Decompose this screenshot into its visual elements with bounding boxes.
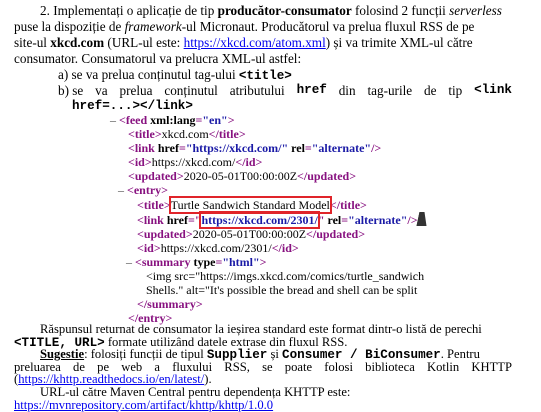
code-title-tag: <title> bbox=[238, 69, 292, 83]
mouse-cursor-icon bbox=[416, 212, 430, 226]
text: a) se va prelua conținutul tag-ului bbox=[58, 67, 239, 82]
maven-link[interactable]: https://mvnrepository.com/artifact/khttp… bbox=[14, 398, 273, 412]
code-href: href bbox=[296, 83, 327, 97]
word: atributului bbox=[229, 83, 285, 98]
word: tip bbox=[448, 83, 463, 98]
subitem-b-line1: b) se va prelua conținutul atributului h… bbox=[58, 83, 512, 98]
text: (URL-ul este: bbox=[104, 35, 184, 50]
xml-entry-open: – <entry> bbox=[118, 183, 169, 197]
attr-value: "en" bbox=[202, 113, 228, 127]
id2-value: https://xkcd.com/2301/ bbox=[160, 241, 272, 255]
id1-value: https://xkcd.com/ bbox=[151, 155, 236, 169]
xml-img-line: <img src="https://imgs.xkcd.com/comics/t… bbox=[146, 269, 425, 283]
summary-type-value: "html" bbox=[222, 255, 260, 269]
updated2-value: 2020-05-01T00:00:00Z bbox=[192, 227, 307, 241]
xml-summary-close: </summary> bbox=[137, 297, 203, 311]
xml-title1: <title>xkcd.com</title> bbox=[128, 127, 246, 141]
text: puse la dispoziție de bbox=[14, 19, 125, 34]
subitem-b-line2: href=...></link> bbox=[72, 99, 193, 113]
atom-feed-link[interactable]: https://xkcd.com/atom.xml bbox=[184, 35, 326, 50]
link2-href-highlighted: https://xkcd.com/2301/ bbox=[199, 211, 320, 229]
title1-value: xkcd.com bbox=[161, 127, 209, 141]
xml-updated1: <updated>2020-05-01T00:00:00Z</updated> bbox=[128, 169, 357, 183]
title2-value-highlighted: Turtle Sandwich Standard Model bbox=[168, 196, 332, 214]
entry-tag: entry bbox=[133, 183, 162, 197]
xml-id1: <id>https://xkcd.com/</id> bbox=[128, 155, 263, 169]
maven-link-text[interactable]: https://mvnrepository.com/artifact/khttp… bbox=[14, 398, 273, 412]
item2-line4: consumator. Consumatorul va prelucra XML… bbox=[14, 51, 302, 66]
term-framework: framework bbox=[124, 19, 182, 34]
feed-tag: feed bbox=[125, 113, 148, 127]
xml-shells-line: Shells." alt="It's possible the bread an… bbox=[146, 283, 418, 297]
xml-link1: <link href="https://xkcd.com/" rel="alte… bbox=[128, 141, 382, 155]
text: -ul Micronaut. Producătorul va prelua fl… bbox=[181, 19, 475, 34]
word: conținutul bbox=[164, 83, 218, 98]
word: de bbox=[424, 83, 437, 98]
link1-href: "https://xkcd.com/" bbox=[185, 141, 289, 155]
collapse-toggle[interactable]: – bbox=[126, 255, 132, 269]
item2-line1: 2. Implementați o aplicație de tip produ… bbox=[40, 3, 502, 18]
attr-name: xml:lang bbox=[150, 113, 196, 127]
xml-id2: <id>https://xkcd.com/2301/</id> bbox=[137, 241, 299, 255]
xml-title2: <title>Turtle Sandwich Standard Model</t… bbox=[137, 196, 367, 214]
xml-summary-open: – <summary type="html"> bbox=[126, 255, 267, 269]
subitem-a: a) se va prelua conținutul tag-ului <tit… bbox=[58, 67, 292, 84]
collapse-toggle[interactable]: – bbox=[118, 183, 124, 197]
xml-feed-open: – <feed xml:lang="en"> bbox=[110, 113, 235, 127]
word: din bbox=[338, 83, 356, 98]
site-name: xkcd.com bbox=[50, 35, 105, 50]
attr-name: rel bbox=[291, 141, 305, 155]
text: folosind 2 funcții bbox=[351, 3, 450, 18]
word: va bbox=[95, 83, 108, 98]
code-link-open: <link bbox=[474, 83, 512, 97]
collapse-toggle[interactable]: – bbox=[110, 113, 116, 127]
text: site-ul bbox=[14, 35, 51, 50]
text: 2. Implementați o aplicație de tip bbox=[40, 3, 218, 18]
xml-updated2: <updated>2020-05-01T00:00:00Z</updated> bbox=[137, 227, 366, 241]
attr-name: rel bbox=[327, 213, 342, 227]
word: tag-urile bbox=[367, 83, 413, 98]
attr-value: "alternate" bbox=[311, 141, 372, 155]
xml-link2: <link href="https://xkcd.com/2301/" rel=… bbox=[137, 211, 418, 229]
word: prelua bbox=[119, 83, 153, 98]
term-producer-consumer: producător-consumator bbox=[217, 3, 352, 18]
term-serverless: serverless bbox=[449, 3, 502, 18]
item2-line2: puse la dispoziție de framework-ul Micro… bbox=[14, 19, 474, 34]
text: ) și va trimite XML-ul către bbox=[325, 35, 473, 50]
item2-line3: site-ul xkcd.com (URL-ul este: https://x… bbox=[14, 35, 473, 50]
word: b) se bbox=[58, 83, 84, 98]
attr-value: "alternate" bbox=[348, 213, 408, 227]
updated1-value: 2020-05-01T00:00:00Z bbox=[183, 169, 298, 183]
